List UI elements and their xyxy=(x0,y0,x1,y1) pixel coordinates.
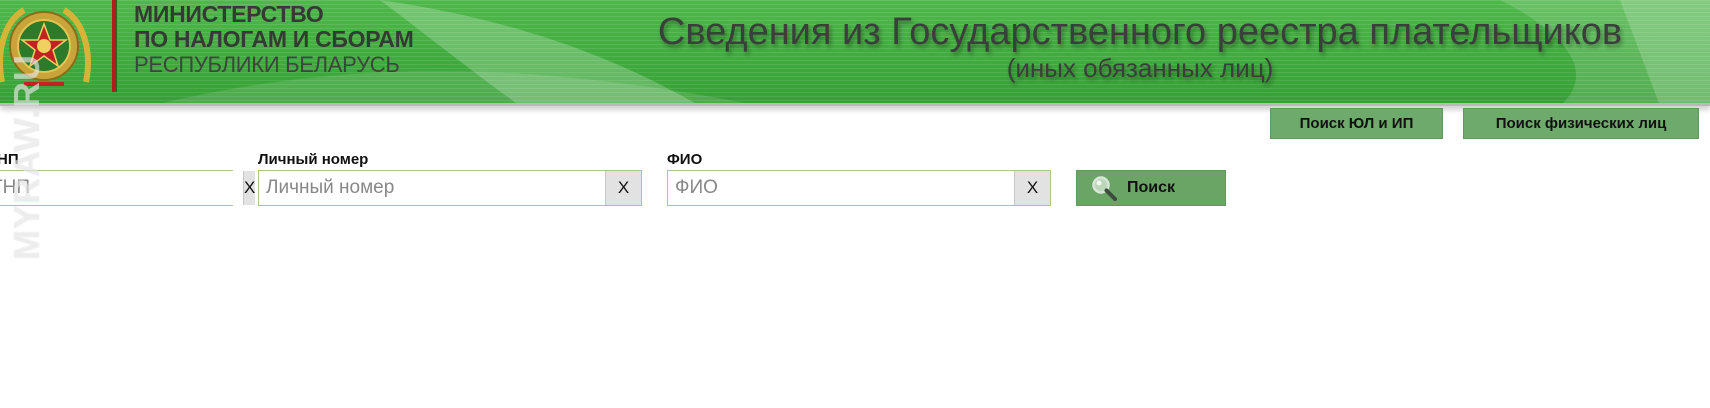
lichny-nomer-input[interactable] xyxy=(259,171,605,205)
fio-input[interactable] xyxy=(668,171,1014,205)
search-button-label: Поиск xyxy=(1127,179,1176,196)
lichny-nomer-clear-button[interactable]: X xyxy=(605,171,641,205)
search-button[interactable]: Поиск xyxy=(1076,170,1226,206)
page-subtitle: (иных обязанных лиц) xyxy=(1006,53,1274,83)
fio-label: ФИО xyxy=(667,151,703,168)
ministry-line-1: МИНИСТЕРСТВО xyxy=(134,1,324,27)
page-title: Сведения из Государственного реестра пла… xyxy=(657,11,1623,53)
page-header: МИНИСТЕРСТВО ПО НАЛОГАМ И СБОРАМ РЕСПУБЛ… xyxy=(0,0,1710,106)
fio-field: X xyxy=(667,170,1051,206)
watermark-text: MYRAW.RU xyxy=(6,54,47,260)
lichny-nomer-field: X xyxy=(258,170,642,206)
lichny-nomer-label: Личный номер xyxy=(258,151,369,168)
tab-search-ul-ip[interactable]: Поиск ЮЛ и ИП xyxy=(1270,108,1443,139)
header-divider-green xyxy=(115,0,117,92)
tab-search-fiz[interactable]: Поиск физических лиц xyxy=(1463,108,1699,139)
ministry-line-3: РЕСПУБЛИКИ БЕЛАРУСЬ xyxy=(134,52,400,77)
page-title-block: Сведения из Государственного реестра пла… xyxy=(640,10,1640,83)
magnifier-icon xyxy=(1092,176,1117,201)
fio-clear-button[interactable]: X xyxy=(1014,171,1050,205)
ministry-line-2: ПО НАЛОГАМ И СБОРАМ xyxy=(134,26,414,52)
ministry-name: МИНИСТЕРСТВО ПО НАЛОГАМ И СБОРАМ РЕСПУБЛ… xyxy=(134,1,414,78)
unp-clear-button[interactable]: X xyxy=(243,171,256,205)
